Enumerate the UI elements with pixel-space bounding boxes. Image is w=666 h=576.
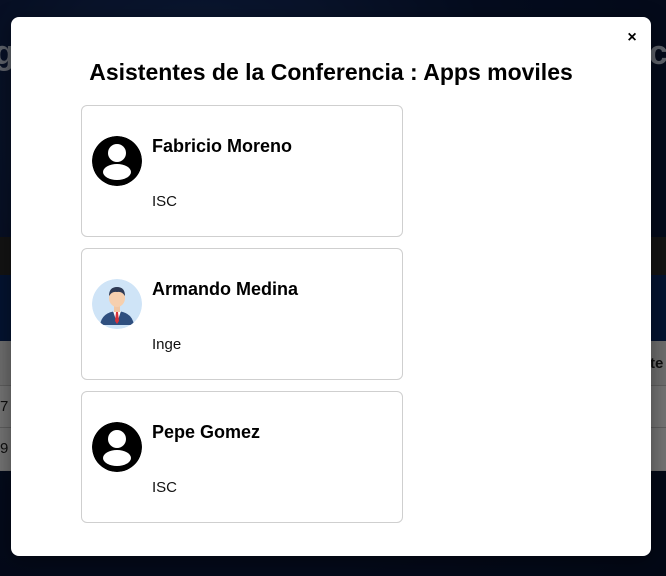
attendee-name: Pepe Gomez — [152, 422, 261, 442]
attendee-name: Armando Medina — [152, 279, 299, 299]
attendee-card: Fabricio Moreno ISC — [81, 105, 403, 237]
attendee-role: ISC — [152, 479, 178, 496]
default-user-icon — [92, 422, 142, 472]
attendee-role: ISC — [152, 193, 178, 210]
modal-title: Asistentes de la Conferencia : Apps movi… — [89, 59, 573, 85]
attendee-card: Armando Medina Inge — [81, 248, 403, 380]
attendee-list: Fabricio Moreno ISC Armando Medina Inge — [81, 105, 403, 534]
default-user-icon — [92, 136, 142, 186]
attendee-role: Inge — [152, 336, 182, 353]
attendee-card: Pepe Gomez ISC — [81, 391, 403, 523]
attendee-name: Fabricio Moreno — [152, 136, 293, 156]
businessman-photo — [92, 279, 142, 329]
close-button[interactable]: × — [623, 29, 641, 47]
attendees-modal: × Asistentes de la Conferencia : Apps mo… — [11, 17, 651, 556]
